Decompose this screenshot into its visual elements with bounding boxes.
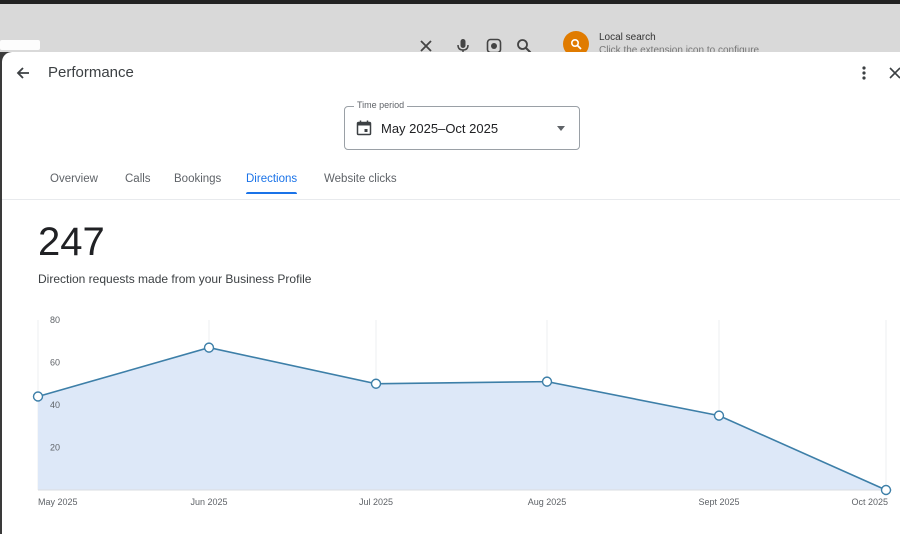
redacted-area — [0, 40, 40, 50]
x-tick-label: Jul 2025 — [359, 497, 393, 507]
x-tick-label: Aug 2025 — [528, 497, 567, 507]
x-tick-label: Sept 2025 — [698, 497, 739, 507]
data-point — [370, 378, 382, 389]
close-button[interactable] — [888, 62, 900, 84]
more-vert-icon — [862, 66, 866, 80]
back-button[interactable] — [12, 62, 34, 84]
area-fill — [38, 347, 886, 490]
time-period-select[interactable]: Time period May 2025–Oct 2025 — [344, 100, 580, 150]
tab-bookings[interactable]: Bookings — [174, 173, 221, 194]
data-point — [880, 484, 892, 496]
metric-description: Direction requests made from your Busine… — [38, 272, 312, 286]
directions-chart: 20 40 60 80 May 2025 Jun 2025 Jul 2025 Aug 2025… — [2, 310, 900, 534]
y-tick-label: 80 — [50, 315, 60, 325]
y-tick-label: 60 — [50, 358, 60, 368]
tab-directions[interactable]: Directions — [246, 173, 298, 194]
x-tick-label: Jun 2025 — [190, 497, 227, 507]
more-options-button[interactable] — [854, 62, 874, 84]
data-point — [713, 410, 725, 421]
x-tick-label: May 2025 — [38, 497, 78, 507]
data-point — [32, 391, 44, 402]
time-period-value: May 2025–Oct 2025 — [381, 121, 499, 136]
data-point — [203, 342, 215, 353]
tab-overview[interactable]: Overview — [50, 173, 98, 194]
x-tick-label: Oct 2025 — [851, 497, 888, 507]
metric-tabs: Overview Calls Bookings Directions Websi… — [2, 164, 900, 200]
tab-calls[interactable]: Calls — [125, 173, 151, 194]
y-tick-label: 40 — [50, 400, 60, 410]
tab-website-clicks[interactable]: Website clicks — [324, 173, 397, 194]
total-direction-requests: 247 — [38, 220, 105, 264]
y-tick-label: 20 — [50, 443, 60, 453]
time-period-label: Time period — [354, 100, 408, 110]
extension-title: Local search — [599, 32, 656, 43]
panel-header: Performance — [2, 52, 900, 96]
close-icon — [889, 67, 900, 79]
calendar-icon — [356, 120, 372, 136]
directions-chart-svg: 20 40 60 80 May 2025 Jun 2025 Jul 2025 Aug 2025… — [32, 315, 892, 507]
page-title: Performance — [48, 64, 134, 81]
performance-panel: Performance Time period May 2025–Oct 202… — [2, 52, 900, 534]
data-point — [541, 376, 553, 387]
browser-toolbar: Local search Click the extension icon to… — [0, 0, 900, 57]
dropdown-arrow-icon — [557, 126, 565, 131]
arrow-left-icon — [16, 67, 29, 79]
